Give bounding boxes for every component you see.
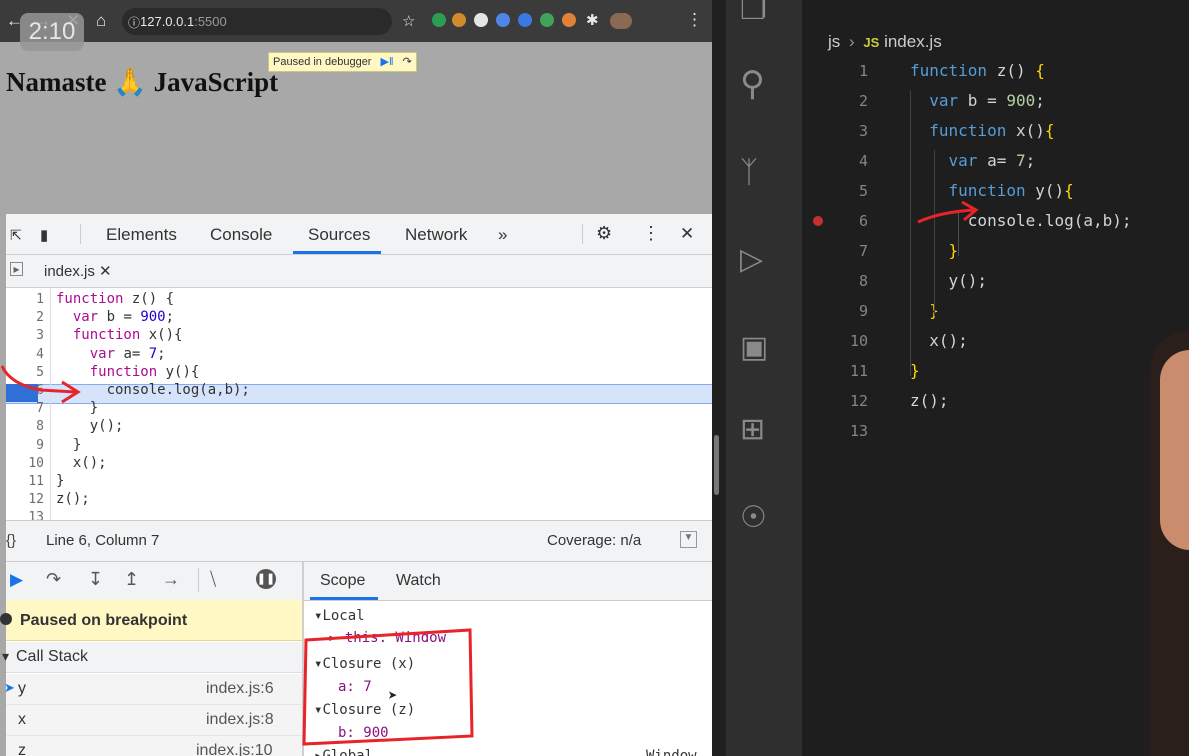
line-number: 10 [849, 332, 868, 350]
breadcrumb-file[interactable]: index.js [884, 32, 942, 51]
remote-explorer-icon[interactable]: ▣ [740, 330, 768, 365]
presenter-face [1160, 350, 1189, 550]
js-file-icon: JS [863, 35, 880, 50]
breadcrumb: js › JS index.js [828, 32, 942, 52]
code-editor[interactable]: js › JS index.js 1 function z() { 2 var b … [802, 0, 1189, 756]
line-number: 8 [858, 272, 868, 290]
extensions-icon[interactable]: ⊞ [740, 412, 765, 447]
line-number: 7 [858, 242, 868, 260]
run-debug-icon[interactable]: ▷ [740, 242, 763, 277]
line-number: 6 [858, 212, 868, 230]
vscode-annotation-arrow [917, 200, 979, 224]
git-graph-icon[interactable]: ☉ [740, 500, 767, 535]
indent-guide [910, 90, 911, 376]
explorer-icon[interactable]: ❐ [740, 0, 767, 27]
code-line: var b = 900; [929, 91, 1045, 110]
scrollbar-handle[interactable] [714, 435, 719, 495]
code-line: function x(){ [929, 121, 1055, 140]
breadcrumb-folder[interactable]: js [828, 32, 840, 51]
activity-bar [726, 0, 802, 756]
closure-highlight-box [302, 628, 474, 746]
code-line: } [910, 361, 920, 380]
annotation-arrow [0, 365, 77, 394]
line-number: 9 [858, 302, 868, 320]
chrome-window: ← → ✕ ⌂ ⓘ 127.0.0.1:5500 ☆ ✱ ⋮ 2:10 Nama… [0, 0, 712, 756]
window-separator [712, 0, 726, 756]
line-number: 3 [858, 122, 868, 140]
line-number: 13 [849, 422, 868, 440]
code-line: var a= 7; [948, 151, 1036, 170]
search-icon[interactable]: ⚲ [740, 64, 765, 104]
code-line: z(); [910, 391, 949, 410]
code-line: y(); [910, 271, 988, 290]
code-line: function z() { [910, 61, 1045, 80]
line-number: 12 [849, 392, 868, 410]
line-number: 4 [858, 152, 868, 170]
line-number: 5 [858, 182, 868, 200]
editor-tabs[interactable] [822, 0, 1002, 6]
breadcrumb-separator-icon: › [849, 32, 855, 51]
line-number: 1 [858, 62, 868, 80]
line-number: 2 [858, 92, 868, 110]
line-number: 11 [849, 362, 868, 380]
code-line: x(); [910, 331, 968, 350]
source-control-icon[interactable]: ᛉ [740, 156, 758, 190]
annotation-overlay [0, 365, 474, 746]
